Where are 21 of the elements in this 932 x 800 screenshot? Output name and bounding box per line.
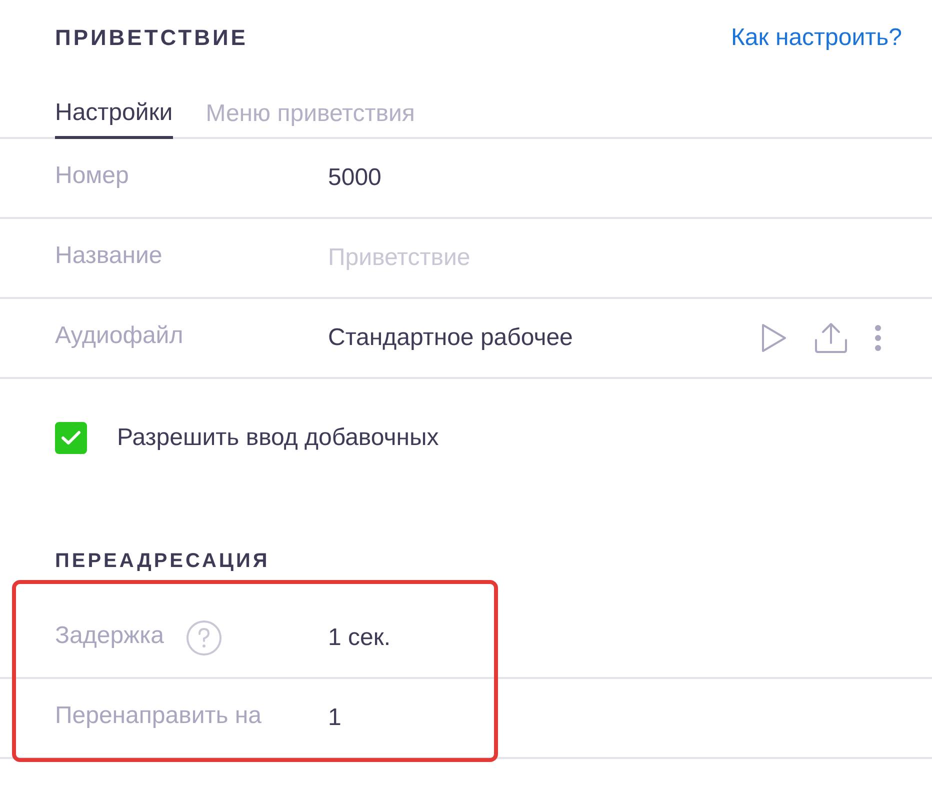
play-icon[interactable] [760,323,788,353]
section-title: ПЕРЕАДРЕСАЦИЯ [55,550,270,573]
field-value[interactable]: 5000 [328,164,382,192]
section-title: ПРИВЕТСТВИЕ [55,24,248,50]
help-link[interactable]: Как настроить? [730,24,902,52]
more-icon[interactable] [874,324,882,352]
check-icon [61,430,81,446]
field-label: Задержка [55,622,164,650]
help-icon[interactable] [186,620,222,656]
field-label: Номер [55,162,129,190]
field-value[interactable]: 1 [328,704,342,732]
upload-icon[interactable] [814,322,848,354]
field-label: Название [55,242,162,270]
checkbox-label: Разрешить ввод добавочных [117,424,439,452]
field-label: Перенаправить на [55,702,262,730]
tab[interactable]: Настройки [55,75,173,139]
name-field[interactable]: Приветствие [328,244,628,272]
checkbox[interactable] [55,422,87,454]
field-label: Аудиофайл [55,322,184,350]
field-value[interactable]: 1 сек. [328,624,391,652]
field-value[interactable]: Стандартное рабочее [328,324,573,352]
